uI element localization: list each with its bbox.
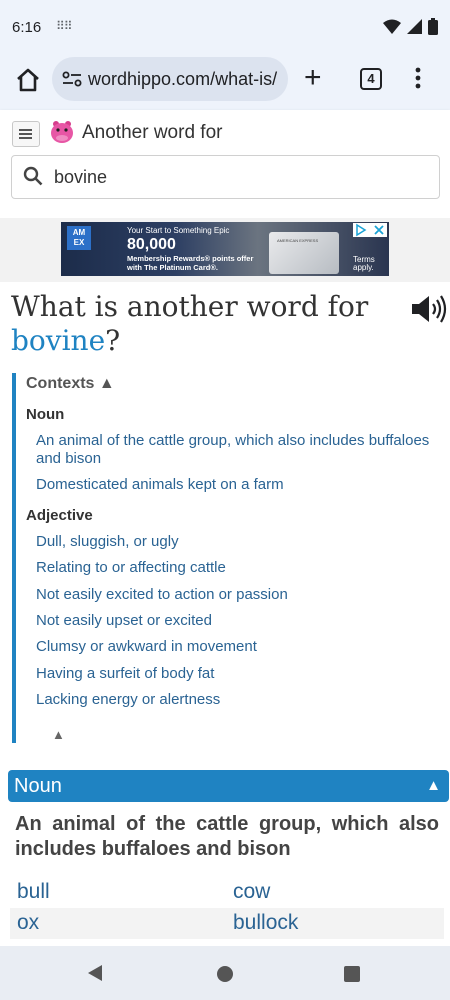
ad-terms: Terms apply. <box>353 255 375 272</box>
address-bar[interactable]: wordhippo.com/what-is/ <box>52 57 288 101</box>
page-title-prefix: What is another word for <box>11 290 369 323</box>
browser-toolbar: wordhippo.com/what-is/ + 4 <box>0 54 450 110</box>
noun-section-header[interactable]: Noun ▲ <box>8 770 449 802</box>
ad-card-image: AMERICAN EXPRESS <box>269 232 339 274</box>
contexts-toggle[interactable]: Contexts ▲ <box>26 375 115 393</box>
synonym-link[interactable]: cow <box>233 880 270 904</box>
status-bar: 6:16 ⠿⠿ <box>0 0 450 54</box>
advertisement-banner[interactable]: AM EX Your Start to Something Epic 80,00… <box>61 222 389 276</box>
context-adjective-heading: Adjective <box>26 507 93 524</box>
synonym-row: bull cow <box>10 877 444 908</box>
new-tab-icon[interactable]: + <box>304 63 322 93</box>
synonym-link[interactable]: bull <box>17 880 50 904</box>
speaker-icon[interactable] <box>410 294 448 324</box>
contexts-panel: Contexts ▲ Noun An animal of the cattle … <box>12 373 446 743</box>
ad-card-text: AMERICAN EXPRESS <box>277 238 319 243</box>
search-input[interactable]: bovine <box>11 155 440 199</box>
ad-container: AM EX Your Start to Something Epic 80,00… <box>0 218 450 282</box>
tab-switcher-button[interactable]: 4 <box>360 68 382 90</box>
page-title: What is another word for bovine? <box>11 290 401 358</box>
ad-choices-icon[interactable] <box>353 223 387 237</box>
context-link[interactable]: Having a surfeit of body fat <box>36 665 450 683</box>
status-icons <box>383 18 438 35</box>
context-link[interactable]: Dull, sluggish, or ugly <box>36 533 450 551</box>
collapse-arrow-icon[interactable]: ▲ <box>426 777 441 794</box>
context-link[interactable]: Domesticated animals kept on a farm <box>36 476 450 494</box>
recents-icon[interactable] <box>344 966 360 982</box>
ad-headline: 80,000 <box>127 236 176 253</box>
site-settings-icon[interactable] <box>62 71 82 87</box>
synonym-link[interactable]: ox <box>17 911 39 935</box>
amex-logo: AM EX <box>67 226 91 250</box>
context-link[interactable]: Relating to or affecting cattle <box>36 559 450 577</box>
synonym-row: ox bullock <box>10 908 444 939</box>
contexts-collapse-icon[interactable]: ▲ <box>52 727 65 742</box>
context-link[interactable]: Lacking energy or alertness <box>36 691 450 709</box>
system-navigation-bar <box>0 946 450 1000</box>
page-title-suffix: ? <box>105 324 121 357</box>
synonym-link[interactable]: bullock <box>233 911 298 935</box>
more-options-icon[interactable] <box>414 66 422 90</box>
home-icon[interactable] <box>14 66 42 94</box>
context-link[interactable]: Not easily upset or excited <box>36 612 450 630</box>
search-icon[interactable] <box>23 166 43 186</box>
status-time: 6:16 <box>12 19 42 36</box>
back-icon[interactable] <box>87 964 103 982</box>
definition-text: An animal of the cattle group, which als… <box>15 813 439 860</box>
context-link[interactable]: Clumsy or awkward in movement <box>36 638 450 656</box>
url-text[interactable]: wordhippo.com/what-is/ <box>88 69 277 90</box>
signal-icon <box>407 19 422 34</box>
noun-section-label: Noun <box>14 775 62 797</box>
notification-icon: ⠿⠿ <box>56 19 73 33</box>
site-header: Another word for bovine <box>0 110 450 218</box>
site-title[interactable]: Another word for <box>82 122 222 144</box>
menu-button[interactable] <box>12 121 40 147</box>
page-title-word: bovine <box>11 324 106 357</box>
wifi-icon <box>383 19 401 34</box>
search-value[interactable]: bovine <box>54 167 107 188</box>
context-noun-heading: Noun <box>26 406 65 423</box>
context-link[interactable]: An animal of the cattle group, which als… <box>36 432 450 468</box>
battery-icon <box>428 18 438 35</box>
home-nav-icon[interactable] <box>217 966 233 982</box>
ad-tagline: Your Start to Something Epic <box>127 226 230 235</box>
context-link[interactable]: Not easily excited to action or passion <box>36 586 450 604</box>
ad-offer-text: Membership Rewards® points offer with Th… <box>127 254 254 272</box>
hippo-logo-icon[interactable] <box>49 119 75 145</box>
